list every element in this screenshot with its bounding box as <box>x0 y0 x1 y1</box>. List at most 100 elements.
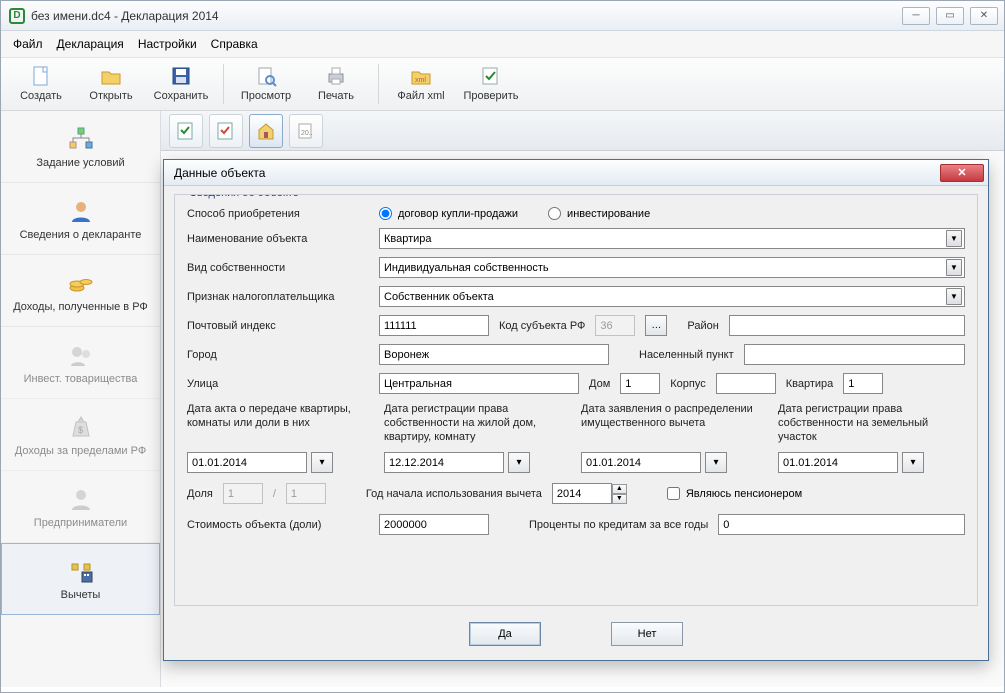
moneybag-icon: $ <box>65 413 97 441</box>
pensioner-checkbox[interactable]: Являюсь пенсионером <box>667 487 802 500</box>
date1-picker-button[interactable]: ▾ <box>311 452 333 473</box>
district-label: Район <box>687 320 718 332</box>
year-start-label: Год начала использования вычета <box>366 488 542 500</box>
date4-input[interactable] <box>778 452 898 473</box>
ownership-combo[interactable]: Индивидуальная собственность▼ <box>379 257 965 278</box>
person-icon <box>65 197 97 225</box>
dialog-close-button[interactable]: ✕ <box>940 164 984 182</box>
conditions-icon <box>65 125 97 153</box>
building-label: Корпус <box>670 378 705 390</box>
cancel-button[interactable]: Нет <box>611 622 683 646</box>
tool-open[interactable]: Открыть <box>79 62 143 104</box>
share-den-input <box>286 483 326 504</box>
tool-xml[interactable]: xml Файл xml <box>389 62 453 104</box>
tool-create[interactable]: Создать <box>9 62 73 104</box>
ok-button[interactable]: Да <box>469 622 541 646</box>
svg-text:$: $ <box>78 425 83 435</box>
subtab-standard[interactable] <box>169 114 203 148</box>
sidebar-item-invest[interactable]: Инвест. товарищества <box>1 327 160 399</box>
sidebar-item-declarant[interactable]: Сведения о декларанте <box>1 183 160 255</box>
year-start-spinner[interactable]: ▲▼ <box>552 483 627 504</box>
tool-preview[interactable]: Просмотр <box>234 62 298 104</box>
building-input[interactable] <box>716 373 776 394</box>
sub-toolbar: 20.. <box>161 111 1004 151</box>
dialog-title: Данные объекта <box>174 166 265 180</box>
dialog-titlebar: Данные объекта ✕ <box>164 160 988 186</box>
maximize-button[interactable]: ▭ <box>936 7 964 25</box>
date2-label: Дата регистрации права собственности на … <box>384 402 571 446</box>
postal-input[interactable] <box>379 315 489 336</box>
sidebar-item-income-rf[interactable]: Доходы, полученные в РФ <box>1 255 160 327</box>
region-lookup-button[interactable]: … <box>645 315 667 336</box>
date2-picker-button[interactable]: ▾ <box>508 452 530 473</box>
house-input[interactable] <box>620 373 660 394</box>
settlement-input[interactable] <box>744 344 965 365</box>
subtab-social[interactable] <box>209 114 243 148</box>
spin-down-icon[interactable]: ▼ <box>612 494 627 504</box>
svg-text:xml: xml <box>415 77 426 84</box>
date4-label: Дата регистрации права собственности на … <box>778 402 965 446</box>
region-code-label: Код субъекта РФ <box>499 320 585 332</box>
coins-icon <box>65 269 97 297</box>
taxpayer-label: Признак налогоплательщика <box>187 291 369 303</box>
share-num-input <box>223 483 263 504</box>
date4-picker-button[interactable]: ▾ <box>902 452 924 473</box>
street-input[interactable] <box>379 373 579 394</box>
date3-picker-button[interactable]: ▾ <box>705 452 727 473</box>
taxpayer-combo[interactable]: Собственник объекта▼ <box>379 286 965 307</box>
sidebar-item-entre[interactable]: Предприниматели <box>1 471 160 543</box>
close-button[interactable]: ✕ <box>970 7 998 25</box>
date1-label: Дата акта о передаче квартиры, комнаты и… <box>187 402 374 446</box>
date3-input[interactable] <box>581 452 701 473</box>
sidebar-item-conditions[interactable]: Задание условий <box>1 111 160 183</box>
spin-up-icon[interactable]: ▲ <box>612 484 627 494</box>
flat-input[interactable] <box>843 373 883 394</box>
radio-sale[interactable]: договор купли-продажи <box>379 207 518 220</box>
invest-icon <box>65 341 97 369</box>
object-groupbox: Сведения об объекте Способ приобретения … <box>174 194 978 606</box>
cost-label: Стоимость объекта (доли) <box>187 519 369 531</box>
date2-input[interactable] <box>384 452 504 473</box>
sidebar-item-label: Задание условий <box>36 157 124 169</box>
deductions-icon <box>65 557 97 585</box>
street-label: Улица <box>187 378 369 390</box>
share-label: Доля <box>187 488 213 500</box>
tool-print[interactable]: Печать <box>304 62 368 104</box>
folder-open-icon <box>99 64 123 88</box>
sidebar-item-label: Вычеты <box>61 589 101 601</box>
main-toolbar: Создать Открыть Сохранить Просмо <box>1 58 1004 111</box>
tool-check[interactable]: Проверить <box>459 62 523 104</box>
house-label: Дом <box>589 378 610 390</box>
district-input[interactable] <box>729 315 965 336</box>
print-icon <box>324 64 348 88</box>
interest-input[interactable] <box>718 514 965 535</box>
radio-invest[interactable]: инвестирование <box>548 207 650 220</box>
sidebar-item-label: Доходы за пределами РФ <box>15 445 146 457</box>
sidebar-item-income-abroad[interactable]: $ Доходы за пределами РФ <box>1 399 160 471</box>
date3-label: Дата заявления о распределении имуществе… <box>581 402 768 446</box>
menu-settings[interactable]: Настройки <box>138 37 197 51</box>
menu-declaration[interactable]: Декларация <box>57 37 124 51</box>
sidebar-item-deductions[interactable]: Вычеты <box>1 543 160 615</box>
settlement-label: Населенный пункт <box>639 349 734 361</box>
subtab-property[interactable] <box>249 114 283 148</box>
xml-file-icon: xml <box>409 64 433 88</box>
menu-help[interactable]: Справка <box>211 37 258 51</box>
chevron-down-icon: ▼ <box>946 259 962 276</box>
cost-input[interactable] <box>379 514 489 535</box>
year-start-input[interactable] <box>552 483 612 504</box>
menu-file[interactable]: Файл <box>13 37 43 51</box>
main-window: D без имени.dc4 - Декларация 2014 ─ ▭ ✕ … <box>0 0 1005 693</box>
city-input[interactable] <box>379 344 609 365</box>
region-code-input <box>595 315 635 336</box>
sidebar-item-label: Предприниматели <box>34 517 127 529</box>
obj-name-combo[interactable]: Квартира▼ <box>379 228 965 249</box>
subtab-other[interactable]: 20.. <box>289 114 323 148</box>
flat-label: Квартира <box>786 378 834 390</box>
minimize-button[interactable]: ─ <box>902 7 930 25</box>
window-title: без имени.dc4 - Декларация 2014 <box>31 9 219 23</box>
date1-input[interactable] <box>187 452 307 473</box>
preview-icon <box>254 64 278 88</box>
tool-save[interactable]: Сохранить <box>149 62 213 104</box>
city-label: Город <box>187 349 369 361</box>
